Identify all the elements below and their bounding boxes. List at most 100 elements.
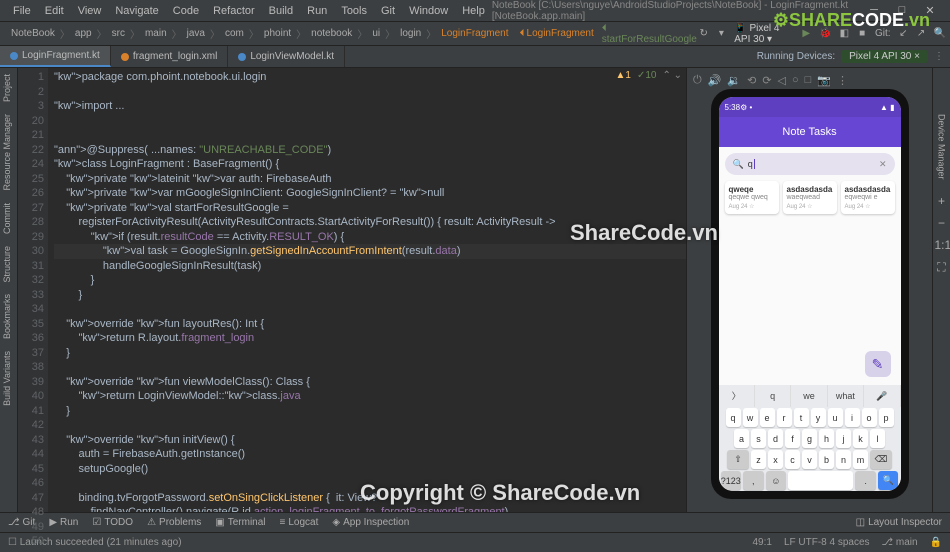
more-emu-icon[interactable]: ⋮ xyxy=(837,74,848,87)
soft-keyboard[interactable]: 〉 q we what 🎤 qwertyuiopasdfghjkl⇧zxcvbn… xyxy=(719,385,901,491)
device-screen[interactable]: 5:38 ⚙ •▲ ▮ Note Tasks 🔍 q ✕ qweqeqeqwe … xyxy=(719,97,901,491)
crumb-project[interactable]: NoteBook xyxy=(8,28,58,39)
tool-resource-manager[interactable]: Resource Manager xyxy=(0,108,17,197)
debug-icon[interactable]: 🐞 xyxy=(819,27,831,41)
key-x[interactable]: x xyxy=(768,450,783,469)
tool-bookmarks[interactable]: Bookmarks xyxy=(0,288,17,345)
key-,[interactable]: , xyxy=(743,471,764,490)
tool-layout-inspector[interactable]: ◫ Layout Inspector xyxy=(856,517,942,528)
note-card[interactable]: asdasdasdaeqweqwi eAug 24 ☆ xyxy=(841,181,895,214)
lock-icon[interactable]: 🔒 xyxy=(930,537,942,548)
tool-problems[interactable]: ⚠ Problems xyxy=(147,517,201,528)
tool-commit[interactable]: Commit xyxy=(0,197,17,240)
key-u[interactable]: u xyxy=(828,408,843,427)
git-pull-icon[interactable]: ↙ xyxy=(899,27,909,41)
expand-icon[interactable]: 〉 xyxy=(719,385,755,407)
tool-build-variants[interactable]: Build Variants xyxy=(0,345,17,412)
code-editor[interactable]: 1232021222425262728293031323334353637383… xyxy=(18,68,686,512)
crumb[interactable]: login xyxy=(397,28,424,39)
key-a[interactable]: a xyxy=(734,429,749,448)
menu-edit[interactable]: Edit xyxy=(38,5,71,17)
menu-window[interactable]: Window xyxy=(402,5,455,17)
key-j[interactable]: j xyxy=(836,429,851,448)
tool-project[interactable]: Project xyxy=(0,68,17,108)
key-g[interactable]: g xyxy=(802,429,817,448)
key-w[interactable]: w xyxy=(743,408,758,427)
tool-device-manager[interactable]: Device Manager xyxy=(935,108,949,186)
note-card[interactable]: asdasdasdawaeqweadAug 24 ☆ xyxy=(783,181,837,214)
clear-icon[interactable]: ✕ xyxy=(879,159,887,170)
key-f[interactable]: f xyxy=(785,429,800,448)
crumb[interactable]: main xyxy=(142,28,170,39)
search-input[interactable]: 🔍 q ✕ xyxy=(725,153,895,175)
more-icon[interactable]: ⋮ xyxy=(934,51,944,62)
note-card[interactable]: qweqeqeqwe qweqAug 24 ☆ xyxy=(725,181,779,214)
volume-up-icon[interactable]: 🔊 xyxy=(708,74,722,87)
tab-login-viewmodel[interactable]: LoginViewModel.kt xyxy=(228,46,345,67)
fab-add-note[interactable]: ✎ xyxy=(865,351,891,377)
maximize-button[interactable]: □ xyxy=(888,4,916,17)
overview-icon[interactable]: □ xyxy=(805,74,812,87)
zoom-in-icon[interactable]: + xyxy=(935,194,949,208)
tool-todo[interactable]: ☑ TODO xyxy=(92,517,133,528)
menu-file[interactable]: File xyxy=(6,5,38,17)
minimize-button[interactable]: ─ xyxy=(860,4,888,17)
stop-icon[interactable]: ■ xyxy=(857,27,867,41)
menu-run[interactable]: Run xyxy=(300,5,334,17)
rotate-left-icon[interactable]: ⟲ xyxy=(747,74,756,87)
cursor-position[interactable]: 49:1 xyxy=(752,537,771,548)
key-b[interactable]: b xyxy=(819,450,834,469)
menu-view[interactable]: View xyxy=(71,5,109,17)
key-🔍[interactable]: 🔍 xyxy=(878,471,899,490)
inspection-indicator[interactable]: ▲1 ✓10 ⌃ ⌄ xyxy=(615,70,682,81)
key-v[interactable]: v xyxy=(802,450,817,469)
close-button[interactable]: ✕ xyxy=(916,4,944,17)
zoom-fit-icon[interactable]: 1:1 xyxy=(935,238,949,252)
key-l[interactable]: l xyxy=(870,429,885,448)
key-k[interactable]: k xyxy=(853,429,868,448)
key-e[interactable]: e xyxy=(760,408,775,427)
crumb[interactable]: notebook xyxy=(308,28,355,39)
crumb[interactable]: phoint xyxy=(261,28,294,39)
crumb[interactable]: src xyxy=(109,28,128,39)
key-y[interactable]: y xyxy=(811,408,826,427)
key-s[interactable]: s xyxy=(751,429,766,448)
menu-code[interactable]: Code xyxy=(166,5,206,17)
git-branch[interactable]: ⎇ main xyxy=(882,537,918,548)
home-icon[interactable]: ○ xyxy=(792,74,799,87)
run-icon[interactable]: ▶ xyxy=(801,27,811,41)
profile-icon[interactable]: ◧ xyxy=(840,27,850,41)
back-icon[interactable]: ◁ xyxy=(778,74,786,87)
tool-structure[interactable]: Structure xyxy=(0,240,17,289)
zoom-out-icon[interactable]: − xyxy=(935,216,949,230)
key-z[interactable]: z xyxy=(751,450,766,469)
keyboard-suggestions[interactable]: 〉 q we what 🎤 xyxy=(719,385,901,407)
power-icon[interactable]: ⏻ xyxy=(693,74,702,87)
tab-login-fragment[interactable]: LoginFragment.kt xyxy=(0,46,111,67)
run-select[interactable]: ▾ xyxy=(717,27,727,41)
menu-refactor[interactable]: Refactor xyxy=(206,5,262,17)
key-d[interactable]: d xyxy=(768,429,783,448)
zoom-reset-icon[interactable]: ⛶ xyxy=(935,260,949,274)
sync-icon[interactable]: ↻ xyxy=(699,27,709,41)
tool-logcat[interactable]: ≡ Logcat xyxy=(280,517,319,528)
screenshot-icon[interactable]: 📷 xyxy=(817,74,831,87)
menu-navigate[interactable]: Navigate xyxy=(108,5,165,17)
key-t[interactable]: t xyxy=(794,408,809,427)
encoding-info[interactable]: LF UTF-8 4 spaces xyxy=(784,537,870,548)
volume-down-icon[interactable]: 🔉 xyxy=(727,74,741,87)
start-for-result[interactable]: ⏴ startForResultGoogle xyxy=(600,23,699,45)
crumb[interactable]: ui xyxy=(369,28,383,39)
key-?123[interactable]: ?123 xyxy=(721,471,742,490)
menu-build[interactable]: Build xyxy=(262,5,300,17)
code-area[interactable]: "kw">package com.phoint.notebook.ui.logi… xyxy=(48,68,686,512)
mic-icon[interactable]: 🎤 xyxy=(864,385,900,407)
key-p[interactable]: p xyxy=(879,408,894,427)
run-config-icon[interactable]: ⏴ xyxy=(518,28,527,39)
crumb-file[interactable]: LoginFragment xyxy=(438,28,511,39)
tool-run[interactable]: ▶ Run xyxy=(49,517,78,528)
running-device-chip[interactable]: Pixel 4 API 30 × xyxy=(841,50,928,63)
menu-help[interactable]: Help xyxy=(455,5,492,17)
key-h[interactable]: h xyxy=(819,429,834,448)
crumb[interactable]: com xyxy=(222,28,247,39)
